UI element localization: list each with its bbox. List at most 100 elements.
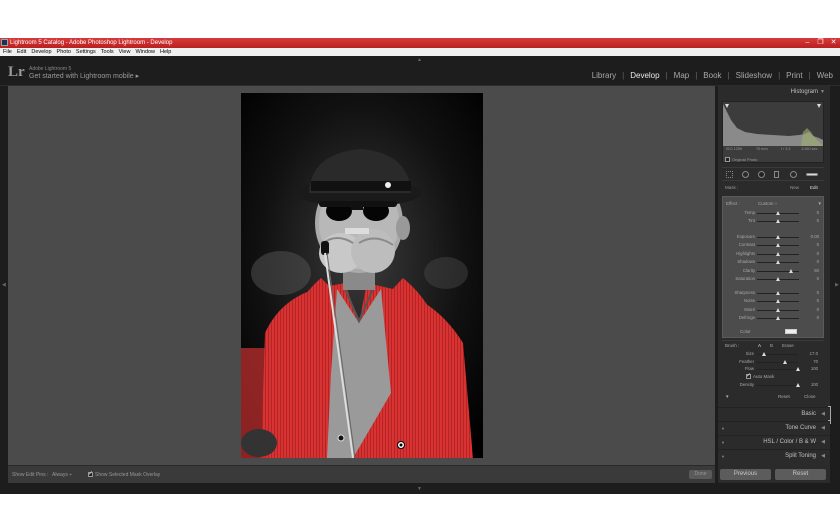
brush-reset-button[interactable]: Reset bbox=[778, 394, 790, 399]
collapse-brush-icon[interactable]: ▼ bbox=[725, 394, 729, 399]
slider-value[interactable]: 0 bbox=[817, 298, 819, 303]
menu-tools[interactable]: Tools bbox=[101, 48, 114, 56]
slider-track[interactable] bbox=[757, 291, 799, 295]
module-library[interactable]: Library bbox=[591, 71, 617, 80]
color-swatch[interactable] bbox=[785, 329, 797, 334]
slider-defringe[interactable]: Defringe 0 bbox=[723, 315, 823, 322]
slider-track[interactable] bbox=[757, 316, 799, 321]
slider-size[interactable]: Size 17.0 bbox=[722, 351, 822, 358]
minimize-button[interactable]: – bbox=[803, 39, 812, 47]
mask-overlay-checkbox[interactable] bbox=[88, 470, 93, 478]
menu-develop[interactable]: Develop bbox=[31, 48, 51, 56]
slider-track[interactable] bbox=[757, 268, 799, 273]
slider-value[interactable]: 0 bbox=[817, 290, 819, 295]
spot-removal-icon[interactable] bbox=[742, 171, 749, 178]
show-edit-pins-select[interactable]: Always ÷ bbox=[52, 472, 72, 478]
collapse-filmstrip-icon[interactable]: ▼ bbox=[417, 486, 422, 492]
original-photo-checkbox[interactable] bbox=[725, 157, 730, 163]
reset-button[interactable]: Reset bbox=[775, 469, 826, 480]
slider-track[interactable] bbox=[757, 251, 799, 256]
graduated-filter-icon[interactable] bbox=[774, 171, 779, 178]
menu-photo[interactable]: Photo bbox=[57, 48, 71, 56]
original-photo-toggle[interactable]: Original Photo bbox=[725, 157, 757, 163]
section-split-toning[interactable]: ▼ Split Toning ◀ bbox=[718, 449, 830, 462]
menu-window[interactable]: Window bbox=[135, 48, 155, 56]
effect-select[interactable]: Custom ÷ bbox=[758, 201, 777, 206]
slider-moir-[interactable]: Moiré 0 bbox=[723, 307, 823, 314]
slider-contrast[interactable]: Contrast 0 bbox=[723, 242, 823, 249]
slider-value[interactable]: 0 bbox=[817, 251, 819, 256]
slider-temp[interactable]: Temp 0 bbox=[723, 210, 823, 217]
slider-value[interactable]: 100 bbox=[811, 366, 818, 371]
module-book[interactable]: Book bbox=[702, 71, 722, 80]
identity-tagline[interactable]: Get started with Lightroom mobile ▸ bbox=[29, 72, 139, 80]
maximize-button[interactable]: ❐ bbox=[816, 39, 825, 47]
collapse-right-panel-icon[interactable]: ▶ bbox=[835, 282, 839, 288]
slider-track[interactable] bbox=[756, 359, 798, 364]
slider-sharpness[interactable]: Sharpness 0 bbox=[723, 290, 823, 297]
mask-overlay-toggle[interactable]: Show Selected Mask Overlay bbox=[88, 470, 160, 478]
slider-value[interactable]: 0 bbox=[817, 242, 819, 247]
slider-value[interactable]: 0 bbox=[817, 218, 819, 223]
previous-button[interactable]: Previous bbox=[720, 469, 771, 480]
menu-help[interactable]: Help bbox=[160, 48, 171, 56]
slider-thumb[interactable] bbox=[776, 299, 780, 304]
slider-thumb[interactable] bbox=[796, 383, 800, 387]
slider-thumb[interactable] bbox=[776, 243, 780, 248]
slider-value[interactable]: 0 bbox=[817, 276, 819, 281]
slider-track[interactable] bbox=[757, 307, 799, 312]
brush-erase-button[interactable]: Erase bbox=[782, 343, 794, 348]
slider-track[interactable] bbox=[756, 367, 800, 371]
mask-edit-button[interactable]: Edit bbox=[810, 185, 818, 190]
slider-track[interactable] bbox=[757, 299, 799, 304]
slider-value[interactable]: 100 bbox=[811, 382, 818, 387]
photo[interactable] bbox=[241, 93, 483, 458]
done-button[interactable]: Done bbox=[689, 470, 712, 479]
slider-clarity[interactable]: Clarity 60 bbox=[723, 268, 823, 275]
slider-saturation[interactable]: Saturation 0 bbox=[723, 276, 823, 283]
slider-value[interactable]: 0 bbox=[817, 259, 819, 264]
slider-track[interactable] bbox=[757, 277, 799, 281]
slider-track[interactable] bbox=[757, 243, 799, 248]
slider-value[interactable]: 0.00 bbox=[811, 234, 819, 239]
slider-value[interactable]: 17.0 bbox=[810, 351, 818, 356]
module-print[interactable]: Print bbox=[785, 71, 803, 80]
slider-value[interactable]: 0 bbox=[817, 210, 819, 215]
close-window-button[interactable]: ✕ bbox=[829, 39, 838, 47]
auto-mask-toggle[interactable]: Auto Mask bbox=[746, 372, 774, 380]
slider-thumb[interactable] bbox=[776, 260, 780, 265]
slider-thumb[interactable] bbox=[776, 291, 780, 295]
slider-value[interactable]: 0 bbox=[817, 307, 819, 312]
slider-thumb[interactable] bbox=[776, 307, 780, 312]
slider-thumb[interactable] bbox=[762, 352, 767, 356]
section-tone-curve[interactable]: ▼ Tone Curve ◀ bbox=[718, 421, 830, 434]
module-map[interactable]: Map bbox=[673, 71, 691, 80]
slider-noise[interactable]: Noise 0 bbox=[723, 298, 823, 305]
slider-tint[interactable]: Tint 0 bbox=[723, 218, 823, 225]
radial-filter-icon[interactable] bbox=[790, 171, 797, 178]
effect-collapse-icon[interactable]: ▼ bbox=[818, 201, 822, 206]
slider-thumb[interactable] bbox=[783, 359, 788, 364]
crop-tool-icon[interactable] bbox=[726, 171, 733, 178]
slider-track[interactable] bbox=[757, 235, 799, 239]
slider-highlights[interactable]: Highlights 0 bbox=[723, 251, 823, 258]
slider-thumb[interactable] bbox=[776, 219, 780, 223]
collapse-top-panel-icon[interactable]: ▲ bbox=[417, 57, 422, 63]
slider-value[interactable]: 70 bbox=[813, 359, 818, 364]
brush-close-button[interactable]: Close bbox=[804, 394, 816, 399]
menu-settings[interactable]: Settings bbox=[76, 48, 96, 56]
slider-thumb[interactable] bbox=[776, 251, 780, 256]
red-eye-icon[interactable] bbox=[758, 171, 765, 178]
histogram-header[interactable]: Histogram ▼ bbox=[718, 89, 826, 95]
section-switch-icon[interactable]: ▼ bbox=[721, 440, 725, 445]
module-develop[interactable]: Develop bbox=[629, 71, 660, 80]
slider-track[interactable] bbox=[757, 211, 799, 215]
menu-file[interactable]: File bbox=[3, 48, 12, 56]
slider-thumb[interactable] bbox=[796, 367, 800, 371]
brush-a-button[interactable]: A bbox=[758, 343, 761, 348]
slider-thumb[interactable] bbox=[788, 268, 793, 273]
slider-value[interactable]: 60 bbox=[814, 268, 819, 273]
auto-mask-checkbox[interactable] bbox=[746, 372, 751, 380]
section-basic[interactable]: Basic ◀ bbox=[718, 407, 830, 420]
slider-exposure[interactable]: Exposure 0.00 bbox=[723, 234, 823, 241]
